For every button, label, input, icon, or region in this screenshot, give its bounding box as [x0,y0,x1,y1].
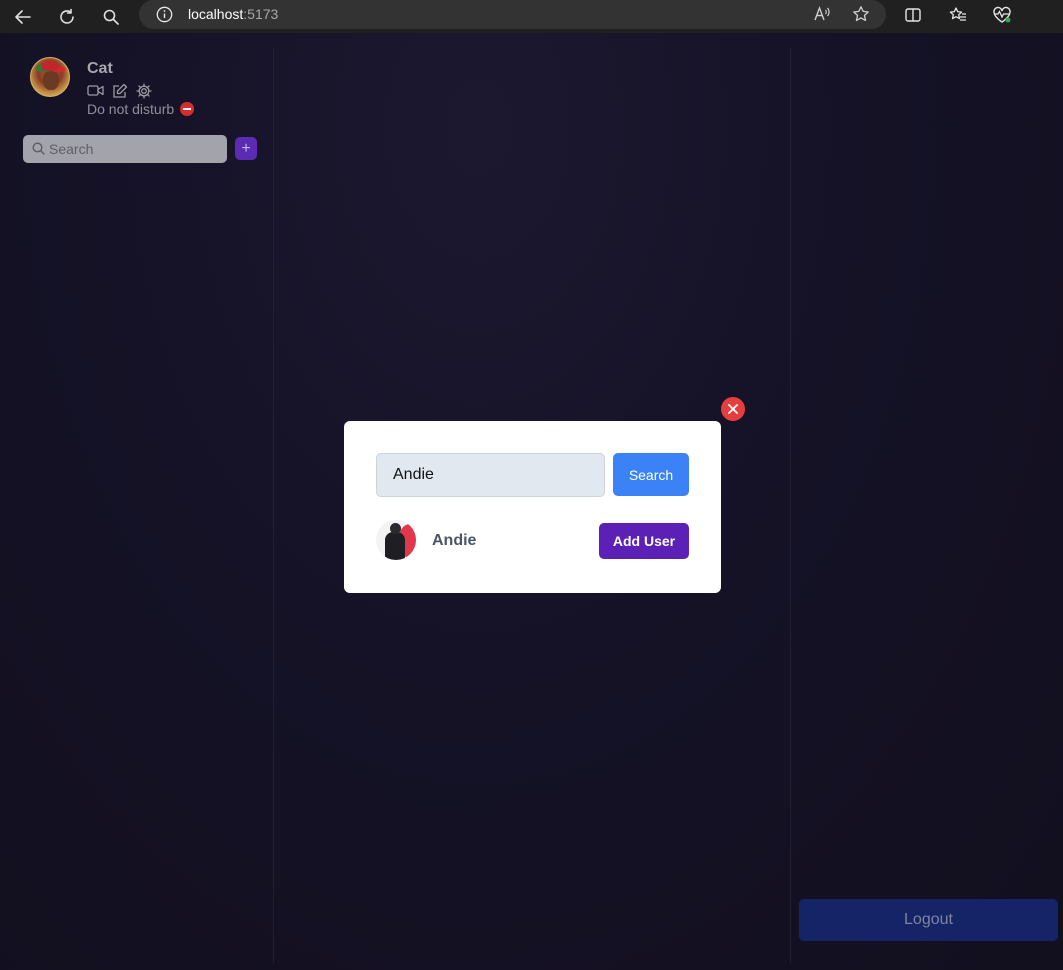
result-user-avatar [376,520,416,560]
url-host: localhost [188,6,244,22]
close-modal-icon[interactable] [721,397,745,421]
user-status: Do not disturb [87,101,195,117]
add-user-button[interactable]: Add User [599,523,689,559]
add-user-modal: Search Andie Add User [344,421,721,593]
split-screen-icon[interactable] [900,2,926,28]
url-text: localhost:5173 [188,6,278,22]
favorites-list-icon[interactable] [945,2,971,28]
right-panel-divider [790,48,791,963]
left-panel-divider [273,48,274,963]
user-name: Cat [87,60,113,77]
info-icon[interactable] [155,5,174,24]
user-avatar [30,57,70,97]
do-not-disturb-icon [180,102,195,116]
browser-toolbar: localhost:5173 [0,0,1063,33]
sidebar-search [23,135,227,163]
add-contact-button[interactable]: + [235,137,257,160]
result-user-name: Andie [432,532,477,549]
edit-icon[interactable] [111,82,128,99]
logout-button[interactable]: Logout [799,899,1058,941]
url-port: :5173 [243,6,279,22]
read-aloud-icon[interactable] [810,2,834,26]
status-text: Do not disturb [87,101,175,117]
user-search-input[interactable] [376,453,605,497]
video-camera-icon[interactable] [87,82,104,99]
sidebar-search-input[interactable] [49,135,223,163]
search-icon[interactable] [98,4,124,30]
favorite-star-icon[interactable] [849,2,873,26]
search-icon [31,141,46,156]
settings-gear-icon[interactable] [135,82,152,99]
browser-essentials-icon[interactable] [989,2,1015,28]
back-arrow-icon[interactable] [10,4,36,30]
search-button[interactable]: Search [613,453,689,496]
user-actions [87,82,152,99]
refresh-icon[interactable] [54,4,80,30]
address-bar[interactable]: localhost:5173 [139,0,886,29]
